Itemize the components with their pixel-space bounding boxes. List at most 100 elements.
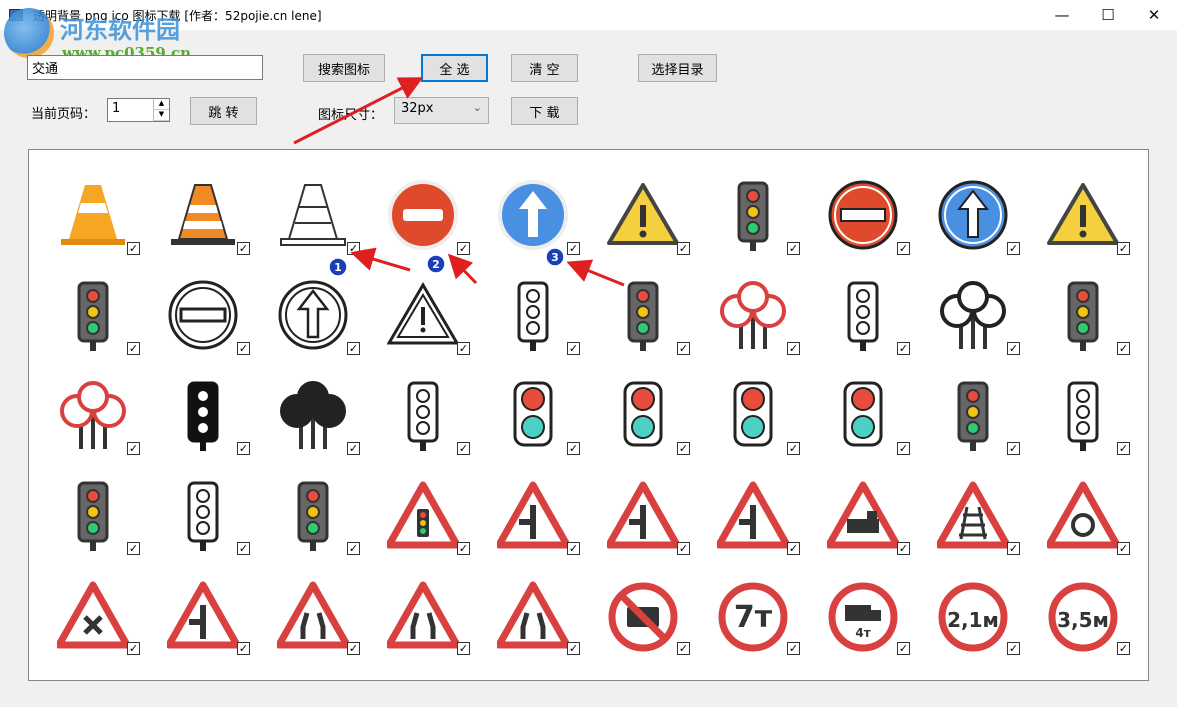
icon-cell-triangle-narrow[interactable]: ✓ bbox=[257, 554, 367, 655]
icon-checkbox[interactable]: ✓ bbox=[347, 642, 360, 655]
icon-checkbox[interactable]: ✓ bbox=[1117, 642, 1130, 655]
icon-cell-traffic-light-black[interactable]: ✓ bbox=[147, 354, 257, 455]
triangle-traffic-light-icon bbox=[387, 481, 459, 549]
icon-checkbox[interactable]: ✓ bbox=[787, 642, 800, 655]
icon-cell-triangle-narrow[interactable]: ✓ bbox=[477, 554, 587, 655]
icon-cell-cone-outline[interactable]: ✓ bbox=[257, 154, 367, 255]
pedestrian-light-icon bbox=[513, 381, 553, 447]
page-number-input[interactable]: 1 ▲ ▼ bbox=[107, 98, 170, 122]
icon-cell-triangle-roundabout[interactable]: ✓ bbox=[1027, 454, 1137, 555]
cone-striped-icon bbox=[171, 184, 235, 245]
triangle-narrow-icon bbox=[277, 581, 349, 649]
icon-cell-traffic-light-outline[interactable]: ✓ bbox=[477, 254, 587, 355]
icon-cell-triangle-cross[interactable]: ✓ bbox=[37, 554, 147, 655]
icon-cell-road-signs[interactable]: ✓ bbox=[697, 254, 807, 355]
icon-cell-triangle-junction[interactable]: ✓ bbox=[697, 454, 807, 555]
icon-cell-road-signs[interactable]: ✓ bbox=[37, 354, 147, 455]
icon-cell-triangle-junction[interactable]: ✓ bbox=[477, 454, 587, 555]
no-entry-icon bbox=[828, 180, 898, 250]
icon-cell-triangle-train[interactable]: ✓ bbox=[807, 454, 917, 555]
pedestrian-light-icon bbox=[843, 381, 883, 447]
triangle-junction-icon bbox=[167, 581, 239, 649]
sign-text: 3,5м bbox=[1057, 608, 1109, 632]
icon-cell-circle-text[interactable]: 3,5м ✓ bbox=[1027, 554, 1137, 655]
icon-cell-circle-truck[interactable]: 4т ✓ bbox=[807, 554, 917, 655]
choose-directory-button[interactable]: 选择目录 bbox=[638, 54, 717, 82]
icon-cell-cone-striped[interactable]: ✓ bbox=[147, 154, 257, 255]
road-signs-icon bbox=[60, 381, 126, 449]
traffic-light-color-icon bbox=[737, 181, 769, 251]
icon-size-select[interactable]: 32px ⌄ bbox=[394, 97, 489, 124]
icon-cell-warning[interactable]: ✓ bbox=[1027, 154, 1137, 255]
icon-cell-traffic-light-color[interactable]: ✓ bbox=[587, 254, 697, 355]
warning-outline-icon bbox=[387, 282, 459, 345]
triangle-junction-icon bbox=[607, 481, 679, 549]
warning-icon bbox=[607, 183, 679, 245]
circle-truck-icon: 4т bbox=[828, 582, 898, 652]
road-signs-outline-icon bbox=[940, 281, 1006, 349]
icon-cell-circle-text[interactable]: 2,1м ✓ bbox=[917, 554, 1027, 655]
chevron-down-icon: ⌄ bbox=[472, 101, 482, 114]
icon-checkbox[interactable]: ✓ bbox=[567, 642, 580, 655]
spin-down-icon[interactable]: ▼ bbox=[154, 110, 169, 121]
page-spinner[interactable]: ▲ ▼ bbox=[153, 99, 169, 121]
no-card-icon bbox=[608, 582, 678, 652]
no-entry-outline-icon bbox=[168, 280, 238, 350]
icon-cell-traffic-light-outline[interactable]: ✓ bbox=[1027, 354, 1137, 455]
icon-cell-pedestrian-light[interactable]: ✓ bbox=[477, 354, 587, 455]
icon-cell-triangle-rail[interactable]: ✓ bbox=[917, 454, 1027, 555]
icon-checkbox[interactable]: ✓ bbox=[457, 642, 470, 655]
search-button[interactable]: 搜索图标 bbox=[303, 54, 385, 82]
icon-cell-pedestrian-light[interactable]: ✓ bbox=[587, 354, 697, 455]
icon-checkbox[interactable]: ✓ bbox=[237, 642, 250, 655]
icon-checkbox[interactable]: ✓ bbox=[127, 642, 140, 655]
icon-cell-no-entry-outline[interactable]: ✓ bbox=[147, 254, 257, 355]
download-button[interactable]: 下 载 bbox=[511, 97, 578, 125]
select-all-button[interactable]: 全 选 bbox=[421, 54, 488, 82]
road-signs-icon bbox=[720, 281, 786, 349]
icon-cell-traffic-light-outline[interactable]: ✓ bbox=[367, 354, 477, 455]
icon-cell-traffic-light-color[interactable]: ✓ bbox=[1027, 254, 1137, 355]
spin-up-icon[interactable]: ▲ bbox=[154, 99, 169, 110]
icon-cell-traffic-light-color[interactable]: ✓ bbox=[37, 254, 147, 355]
minimize-button[interactable]: — bbox=[1039, 0, 1085, 30]
icon-cell-no-entry-3d[interactable]: ✓ bbox=[367, 154, 477, 255]
icon-cell-no-entry[interactable]: ✓ bbox=[807, 154, 917, 255]
icon-cell-traffic-light-color[interactable]: ✓ bbox=[697, 154, 807, 255]
icon-cell-ahead-outline[interactable]: ✓ bbox=[257, 254, 367, 355]
icon-checkbox[interactable]: ✓ bbox=[897, 642, 910, 655]
icon-cell-triangle-narrow[interactable]: ✓ bbox=[367, 554, 477, 655]
icon-cell-road-signs-black[interactable]: ✓ bbox=[257, 354, 367, 455]
icon-cell-triangle-junction[interactable]: ✓ bbox=[147, 554, 257, 655]
icon-cell-triangle-junction[interactable]: ✓ bbox=[587, 454, 697, 555]
icon-cell-road-signs-outline[interactable]: ✓ bbox=[917, 254, 1027, 355]
clear-button[interactable]: 清 空 bbox=[511, 54, 578, 82]
icon-cell-no-card[interactable]: ✓ bbox=[587, 554, 697, 655]
icon-cell-pedestrian-light[interactable]: ✓ bbox=[697, 354, 807, 455]
icon-checkbox[interactable]: ✓ bbox=[677, 642, 690, 655]
icon-cell-warning-outline[interactable]: ✓ bbox=[367, 254, 477, 355]
search-input[interactable]: 交通 bbox=[27, 55, 263, 80]
icon-cell-traffic-light-outline[interactable]: ✓ bbox=[807, 254, 917, 355]
icon-cell-pedestrian-light[interactable]: ✓ bbox=[807, 354, 917, 455]
icon-cell-triangle-traffic-light[interactable]: ✓ bbox=[367, 454, 477, 555]
traffic-light-outline-icon bbox=[1067, 381, 1099, 451]
triangle-roundabout-icon bbox=[1047, 481, 1119, 549]
icon-checkbox[interactable]: ✓ bbox=[1007, 642, 1020, 655]
icon-cell-ahead-3d[interactable]: ✓ bbox=[477, 154, 587, 255]
icon-cell-traffic-light-color[interactable]: ✓ bbox=[37, 454, 147, 555]
cone-icon bbox=[61, 185, 125, 245]
traffic-light-outline-icon bbox=[517, 281, 549, 351]
jump-button[interactable]: 跳 转 bbox=[190, 97, 257, 125]
page-number-value: 1 bbox=[112, 101, 121, 116]
maximize-button[interactable]: ☐ bbox=[1085, 0, 1131, 30]
icon-cell-traffic-light-color[interactable]: ✓ bbox=[257, 454, 367, 555]
icon-cell-warning[interactable]: ✓ bbox=[587, 154, 697, 255]
icon-cell-ahead[interactable]: ✓ bbox=[917, 154, 1027, 255]
icon-cell-traffic-light-color[interactable]: ✓ bbox=[917, 354, 1027, 455]
traffic-light-color-icon bbox=[957, 381, 989, 451]
close-button[interactable]: ✕ bbox=[1131, 0, 1177, 30]
icon-cell-traffic-light-outline[interactable]: ✓ bbox=[147, 454, 257, 555]
icon-cell-circle-text[interactable]: 7т ✓ bbox=[697, 554, 807, 655]
icon-cell-cone[interactable]: ✓ bbox=[37, 154, 147, 255]
